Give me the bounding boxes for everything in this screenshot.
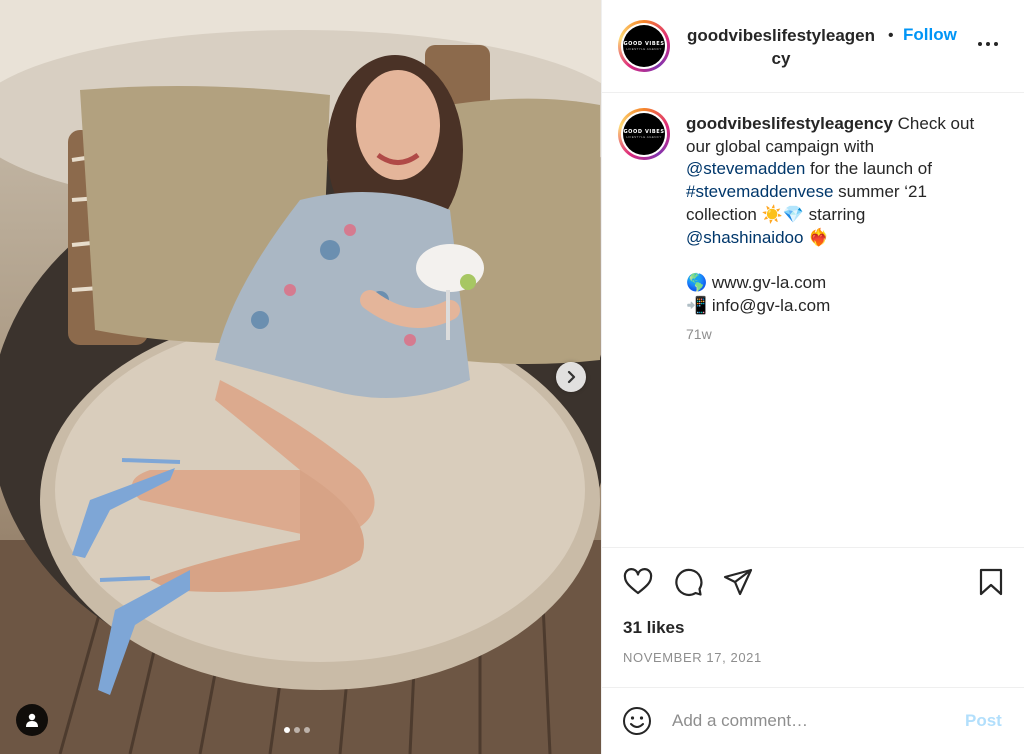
caption-section: GOOD VIBES LIFESTYLE AGENCY goodvibeslif…: [602, 93, 1024, 548]
carousel-dot: [284, 727, 290, 733]
carousel-dot: [294, 727, 300, 733]
time-ago: 71w: [686, 326, 712, 342]
header-username[interactable]: goodvibeslifestyleagency: [686, 24, 876, 70]
caption-avatar[interactable]: GOOD VIBES LIFESTYLE AGENCY: [618, 108, 670, 160]
post-button[interactable]: Post: [965, 711, 1002, 731]
carousel-dot: [304, 727, 310, 733]
post-sidebar: GOOD VIBES LIFESTYLE AGENCY goodvibeslif…: [601, 0, 1024, 754]
likes-count[interactable]: 31 likes: [623, 618, 684, 638]
brand-logo: GOOD VIBES LIFESTYLE AGENCY: [623, 113, 665, 155]
caption-text: goodvibeslifestyleagency Check out our g…: [686, 113, 986, 317]
emoji-icon[interactable]: [622, 706, 652, 736]
comment-bar: Post: [602, 688, 1024, 754]
carousel-next-button[interactable]: [556, 362, 586, 392]
user-tags-button[interactable]: [16, 704, 48, 736]
more-options-icon[interactable]: [978, 38, 998, 50]
post-media[interactable]: [0, 0, 601, 754]
email-line: 📲 info@gv-la.com: [686, 295, 831, 315]
website-line: 🌎 www.gv-la.com: [686, 272, 827, 292]
mention-link[interactable]: @stevemadden: [686, 159, 805, 178]
carousel-indicator: [284, 727, 310, 733]
follow-button[interactable]: Follow: [903, 23, 957, 46]
share-icon[interactable]: [723, 567, 753, 597]
bookmark-icon[interactable]: [976, 567, 1006, 597]
post-photo: [0, 0, 601, 754]
hashtag-link[interactable]: #stevemaddenvese: [686, 182, 833, 201]
brand-logo: GOOD VIBES LIFESTYLE AGENCY: [623, 25, 665, 67]
action-bar: 31 likes NOVEMBER 17, 2021: [602, 548, 1024, 688]
mention-link[interactable]: @shashinaidoo: [686, 228, 803, 247]
comment-icon[interactable]: [673, 567, 703, 597]
heart-icon[interactable]: [623, 567, 653, 597]
comment-input[interactable]: [672, 707, 942, 735]
post-header: GOOD VIBES LIFESTYLE AGENCY goodvibeslif…: [602, 0, 1024, 93]
avatar[interactable]: GOOD VIBES LIFESTYLE AGENCY: [618, 20, 670, 72]
header-separator: •: [888, 27, 894, 44]
post-date: NOVEMBER 17, 2021: [623, 650, 762, 665]
caption-username[interactable]: goodvibeslifestyleagency: [686, 114, 893, 133]
user-tag-icon: [26, 713, 38, 727]
chevron-right-icon: [567, 370, 576, 384]
